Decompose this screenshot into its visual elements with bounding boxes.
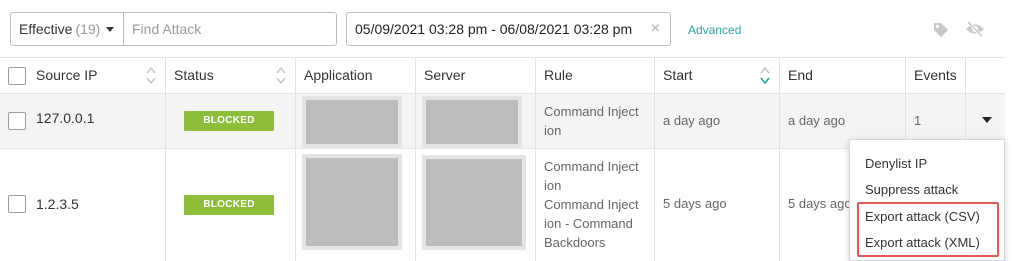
sort-desc-icon[interactable] [760,67,770,85]
eye-slash-icon[interactable] [965,20,985,38]
redacted-application [302,154,402,250]
source-ip-cell: 127.0.0.1 [28,94,166,148]
header-source-ip[interactable]: Source IP [28,58,166,93]
status-badge: BLOCKED [184,195,274,215]
highlight-box [857,202,999,257]
rule-line: ion [544,178,562,193]
sort-icon[interactable] [276,67,286,85]
application-cell [296,149,416,261]
header-rule: Rule [536,58,655,93]
clear-date-icon[interactable]: × [651,13,660,45]
row-select-cell [0,149,28,261]
end-time: 5 days ago [788,196,852,211]
header-label: Server [424,67,466,83]
rule-line: Backdoors [544,235,606,250]
header-start[interactable]: Start [655,58,780,93]
select-all-checkbox[interactable] [8,67,26,85]
start-cell: 5 days ago [655,149,780,261]
source-ip: 127.0.0.1 [36,110,95,126]
header-application: Application [296,58,416,93]
rule-cell: Command Inject ion Command Inject ion - … [536,149,655,261]
sort-icon[interactable] [146,67,156,85]
header-label: Rule [544,67,573,83]
start-cell: a day ago [655,94,780,148]
filter-dropdown[interactable]: Effective (19) [10,12,124,46]
source-ip: 1.2.3.5 [36,196,79,212]
rule-line: Command Inject [544,159,639,174]
caret-down-icon [106,27,114,32]
application-cell [296,94,416,148]
rule-line: Command Inject [544,197,639,212]
header-actions [966,58,1005,93]
rule-line: Command Inject [544,104,639,119]
row-select-cell [0,94,28,148]
row-checkbox[interactable] [8,112,26,130]
header-label: Events [914,67,957,83]
header-server: Server [416,58,536,93]
header-label: Source IP [36,67,98,83]
source-ip-cell: 1.2.3.5 [28,149,166,261]
redacted-application [302,96,402,148]
rule-text: Command Inject ion [544,102,650,140]
advanced-link[interactable]: Advanced [688,23,741,37]
filter-count: (19) [75,21,101,37]
date-range-value: 05/09/2021 03:28 pm - 06/08/2021 03:28 p… [355,21,633,37]
rule-line: ion - Command [544,216,633,231]
table-header: Source IP Status Application Server Rule… [0,57,1005,94]
server-cell [416,94,536,148]
rule-line: ion [544,123,562,138]
status-cell: BLOCKED [166,149,296,261]
redacted-server [422,155,526,250]
filter-label: Effective [19,21,73,37]
header-end: End [780,58,906,93]
events-count: 1 [914,113,922,128]
end-time: a day ago [788,113,846,128]
menu-item-denylist-ip[interactable]: Denylist IP [865,156,927,171]
start-time: a day ago [663,113,721,128]
header-label: Application [304,67,373,83]
header-status[interactable]: Status [166,58,296,93]
start-time: 5 days ago [663,196,727,211]
header-label: Start [663,67,693,83]
rule-text: Command Inject ion Command Inject ion - … [544,157,650,252]
header-label: End [788,67,813,83]
date-range-input[interactable]: 05/09/2021 03:28 pm - 06/08/2021 03:28 p… [346,12,671,46]
status-badge: BLOCKED [184,111,274,131]
search-input[interactable]: Find Attack [123,12,337,46]
server-cell [416,149,536,261]
header-label: Status [174,67,214,83]
toolbar: Effective (19) Find Attack 05/09/2021 03:… [0,0,1013,58]
status-cell: BLOCKED [166,94,296,148]
row-checkbox[interactable] [8,195,26,213]
header-events: Events [906,58,966,93]
header-select-cell [0,58,28,93]
menu-item-suppress-attack[interactable]: Suppress attack [865,182,958,197]
rule-cell: Command Inject ion [536,94,655,148]
row-actions-caret-icon[interactable] [982,117,992,123]
tag-icon[interactable] [932,21,950,39]
redacted-server [422,96,522,148]
